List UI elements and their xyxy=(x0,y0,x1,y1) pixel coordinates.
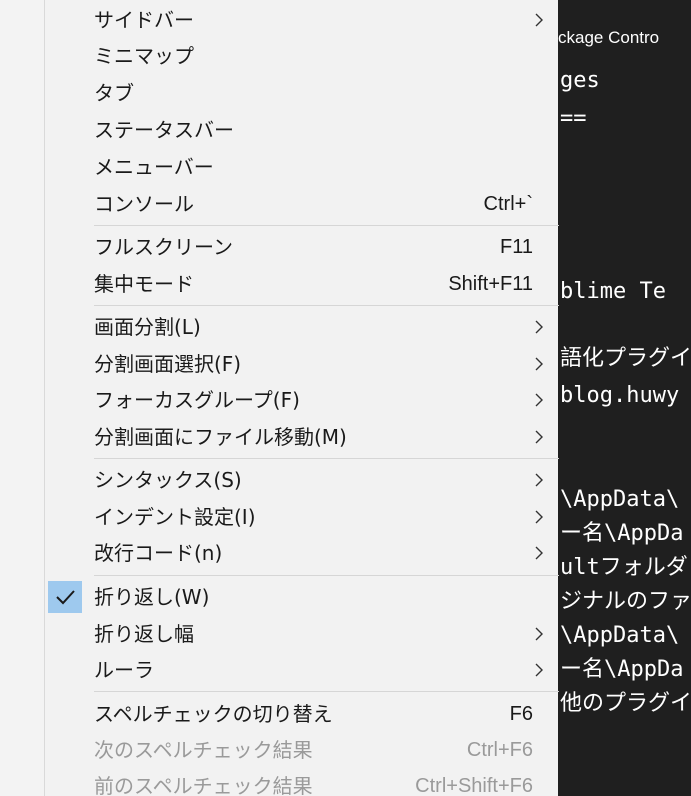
chevron-right-icon xyxy=(535,357,543,371)
menu-item-line-endings[interactable]: 改行コード(n) xyxy=(45,535,559,571)
menu-item-label: サイドバー xyxy=(94,8,194,32)
menu-item-prev-misspelling: 前のスペルチェック結果 Ctrl+Shift+F6 xyxy=(45,768,559,796)
chevron-right-icon xyxy=(535,510,543,524)
menu-item-shortcut: Ctrl+` xyxy=(483,193,533,215)
editor-pane[interactable]: ckage Contro ges == blime Te 語化プラグイ blog… xyxy=(558,0,691,796)
menu-item-label: 次のスペルチェック結果 xyxy=(94,738,313,762)
menu-item-label: フルスクリーン xyxy=(94,235,233,259)
menu-item-label: 分割画面にファイル移動(M) xyxy=(94,425,347,449)
menu-item-next-misspelling: 次のスペルチェック結果 Ctrl+F6 xyxy=(45,732,559,768)
chevron-right-icon xyxy=(535,663,543,677)
menu-item-toggle-spell-check[interactable]: スペルチェックの切り替え F6 xyxy=(45,696,559,732)
menu-item-label: 集中モード xyxy=(94,272,194,296)
code-line: ges xyxy=(560,68,600,93)
view-menu: サイドバー ミニマップ タブ ステータスバー メニューバー コンソール Ctrl… xyxy=(44,0,559,796)
menu-item-status-bar[interactable]: ステータスバー xyxy=(45,112,559,148)
menu-item-label: タブ xyxy=(94,81,134,105)
menu-item-label: 前のスペルチェック結果 xyxy=(94,774,313,796)
code-line: 語化プラグイ xyxy=(560,346,691,371)
code-line: == xyxy=(560,106,587,131)
menu-item-shortcut: Ctrl+F6 xyxy=(466,739,533,761)
menu-item-label: インデント設定(I) xyxy=(94,505,256,529)
chevron-right-icon xyxy=(535,546,543,560)
chevron-right-icon xyxy=(535,13,543,27)
menu-item-syntax[interactable]: シンタックス(S) xyxy=(45,462,559,498)
menu-separator xyxy=(94,575,559,576)
menu-item-layout[interactable]: 画面分割(L) xyxy=(45,309,559,345)
menu-separator xyxy=(94,225,559,226)
editor-tab-title[interactable]: ckage Contro xyxy=(558,22,659,54)
code-line: 他のプラグイ xyxy=(560,691,691,716)
code-line: blog.huwy xyxy=(560,383,680,408)
menu-item-ruler[interactable]: ルーラ xyxy=(45,652,559,688)
menu-item-label: フォーカスグループ(F) xyxy=(94,388,300,412)
checkmark-icon xyxy=(56,590,75,605)
menu-item-label: ステータスバー xyxy=(94,118,234,142)
menu-item-indentation[interactable]: インデント設定(I) xyxy=(45,499,559,535)
chevron-right-icon xyxy=(535,320,543,334)
checkmark-highlight xyxy=(48,581,82,613)
chevron-right-icon xyxy=(535,473,543,487)
code-line: \AppData\ xyxy=(560,623,680,648)
screen: ckage Contro ges == blime Te 語化プラグイ blog… xyxy=(0,0,691,796)
menu-item-label: 画面分割(L) xyxy=(94,315,201,339)
menu-item-label: 分割画面選択(F) xyxy=(94,352,242,376)
menu-separator xyxy=(94,305,559,306)
menu-item-label: コンソール xyxy=(94,192,194,216)
menu-item-focus-group[interactable]: 分割画面選択(F) xyxy=(45,346,559,382)
menu-item-shortcut: Shift+F11 xyxy=(448,273,533,295)
window-left-margin xyxy=(0,0,44,796)
chevron-right-icon xyxy=(535,627,543,641)
menu-separator xyxy=(94,458,559,459)
code-line: ジナルのファイ xyxy=(560,589,691,614)
menu-item-label: ミニマップ xyxy=(94,44,194,68)
menu-item-move-file-to-group[interactable]: 分割画面にファイル移動(M) xyxy=(45,419,559,455)
menu-item-fullscreen[interactable]: フルスクリーン F11 xyxy=(45,229,559,265)
menu-item-label: 折り返し(W) xyxy=(94,585,210,609)
menu-item-minimap[interactable]: ミニマップ xyxy=(45,38,559,74)
menu-item-menu-bar[interactable]: メニューバー xyxy=(45,149,559,185)
menu-item-focus-group-2[interactable]: フォーカスグループ(F) xyxy=(45,382,559,418)
menu-item-shortcut: Ctrl+Shift+F6 xyxy=(415,775,533,796)
menu-item-label: ルーラ xyxy=(94,658,154,682)
menu-item-tabs[interactable]: タブ xyxy=(45,75,559,111)
menu-item-label: 改行コード(n) xyxy=(94,541,223,565)
code-line: \AppData\ xyxy=(560,487,680,512)
chevron-right-icon xyxy=(535,393,543,407)
code-line: ultフォルダ xyxy=(560,555,688,580)
menu-item-label: 折り返し幅 xyxy=(94,622,194,646)
chevron-right-icon xyxy=(535,430,543,444)
menu-item-label: メニューバー xyxy=(94,155,214,179)
menu-item-shortcut: F11 xyxy=(500,236,533,258)
menu-item-shortcut: F6 xyxy=(509,703,533,725)
menu-item-label: シンタックス(S) xyxy=(94,468,242,492)
menu-item-wrap-column[interactable]: 折り返し幅 xyxy=(45,616,559,652)
code-line: ー名\AppDa xyxy=(560,657,684,682)
menu-item-console[interactable]: コンソール Ctrl+` xyxy=(45,186,559,222)
menu-item-word-wrap[interactable]: 折り返し(W) xyxy=(45,579,559,615)
menu-separator xyxy=(94,691,559,692)
code-line: ー名\AppDa xyxy=(560,521,684,546)
menu-item-sidebar[interactable]: サイドバー xyxy=(45,2,559,38)
code-line: blime Te xyxy=(560,279,666,304)
menu-item-focus-mode[interactable]: 集中モード Shift+F11 xyxy=(45,266,559,302)
menu-item-label: スペルチェックの切り替え xyxy=(94,702,333,726)
